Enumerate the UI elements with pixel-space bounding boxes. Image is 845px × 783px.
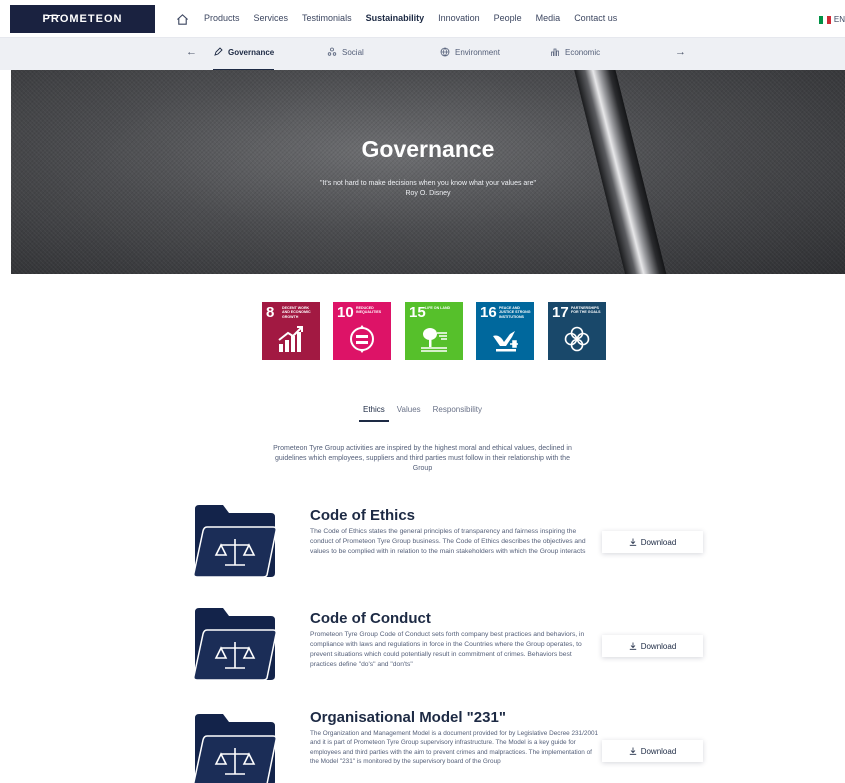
- download-button[interactable]: Download: [602, 531, 703, 553]
- subnav-tab-label: Social: [342, 47, 364, 57]
- nav-item-contact-us[interactable]: Contact us: [574, 13, 617, 23]
- download-icon: [629, 747, 636, 755]
- subnav-tab-environment[interactable]: Environment: [440, 47, 500, 57]
- language-label: EN: [833, 15, 845, 24]
- language-switcher[interactable]: EN: [818, 15, 845, 24]
- sdg-number: 8: [266, 304, 275, 321]
- hero-banner: Governance "It's not hard to make decisi…: [11, 70, 845, 274]
- legal-folder-icon: [193, 608, 277, 680]
- sdg-label: DECENT WORK AND ECONOMIC GROWTH: [282, 306, 311, 319]
- section-subnav: ← Governance Social Environment Economic…: [0, 38, 845, 71]
- download-icon: [629, 642, 636, 650]
- intro-text: Prometeon Tyre Group activities are insp…: [273, 445, 572, 472]
- sdg-label: REDUCED INEQUALITIES: [356, 306, 382, 315]
- sdg-number: 16: [480, 304, 497, 321]
- ethics-tabs: Ethics Values Responsibility: [0, 405, 845, 422]
- sdg-label: LIFE ON LAND: [425, 306, 451, 310]
- home-icon[interactable]: [176, 13, 189, 26]
- nav-item-products[interactable]: Products: [204, 13, 240, 23]
- legal-folder-icon: [193, 505, 277, 577]
- sdg-number: 17: [552, 304, 569, 321]
- prometeon-logo[interactable]: PROMETEON: [10, 5, 155, 33]
- pen-icon: [214, 47, 223, 56]
- nav-item-innovation[interactable]: Innovation: [438, 13, 480, 23]
- italian-flag-icon: [818, 15, 831, 24]
- hero-quote: "It's not hard to make decisions when yo…: [11, 179, 845, 199]
- subnav-tab-label: Governance: [228, 47, 275, 57]
- legal-folder-icon: [193, 714, 277, 783]
- subnav-tab-economic[interactable]: Economic: [550, 47, 600, 57]
- tree-icon: [421, 328, 447, 352]
- download-icon: [629, 538, 636, 546]
- subnav-tab-label: Environment: [455, 47, 500, 57]
- sdg-16-tile: 16 PEACE AND JUSTICE STRONG INSTITUTIONS: [476, 302, 534, 360]
- pen-image: [566, 70, 686, 274]
- equality-icon: [350, 325, 374, 353]
- document-title: Organisational Model "231": [310, 709, 506, 726]
- sdg-label: PEACE AND JUSTICE STRONG INSTITUTIONS: [499, 306, 531, 319]
- growth-chart-icon: [278, 326, 303, 352]
- document-title: Code of Ethics: [310, 507, 416, 524]
- quote-author: Roy O. Disney: [405, 190, 451, 197]
- subnav-prev-arrow[interactable]: ←: [186, 46, 197, 58]
- subnav-tab-governance[interactable]: Governance: [213, 47, 275, 71]
- subnav-tab-social[interactable]: Social: [327, 47, 364, 57]
- sdg-15-tile: 15 LIFE ON LAND: [405, 302, 463, 360]
- globe-icon: [440, 47, 450, 57]
- nav-item-testimonials[interactable]: Testimonials: [302, 13, 352, 23]
- subnav-next-arrow[interactable]: →: [675, 46, 686, 58]
- quote-text: "It's not hard to make decisions when yo…: [319, 180, 537, 187]
- nav-item-sustainability[interactable]: Sustainability: [366, 13, 425, 23]
- partnership-rings-icon: [564, 326, 590, 352]
- tab-values[interactable]: Values: [397, 405, 421, 414]
- main-nav: Products Services Testimonials Sustainab…: [204, 13, 617, 23]
- logo-bar: [46, 15, 60, 16]
- download-button[interactable]: Download: [602, 740, 703, 762]
- tab-ethics[interactable]: Ethics: [359, 405, 389, 422]
- download-label: Download: [640, 641, 677, 651]
- people-icon: [327, 47, 337, 56]
- document-description: The Organization and Management Model is…: [310, 730, 599, 766]
- download-label: Download: [640, 537, 677, 547]
- sdg-8-tile: 8 DECENT WORK AND ECONOMIC GROWTH: [262, 302, 320, 360]
- sdg-10-tile: 10 REDUCED INEQUALITIES: [333, 302, 391, 360]
- sdg-number: 15: [409, 304, 426, 321]
- download-button[interactable]: Download: [602, 635, 703, 657]
- sdg-17-tile: 17 PARTNERSHIPS FOR THE GOALS: [548, 302, 606, 360]
- hero-title: Governance: [361, 136, 495, 162]
- nav-item-media[interactable]: Media: [536, 13, 561, 23]
- sdg-number: 10: [337, 304, 354, 321]
- top-navigation: PROMETEON Products Services Testimonials…: [0, 0, 845, 38]
- nav-item-services[interactable]: Services: [254, 13, 289, 23]
- document-description: Prometeon Tyre Group Code of Conduct set…: [310, 631, 585, 668]
- bar-chart-icon: [551, 48, 559, 56]
- dove-gavel-icon: [493, 331, 518, 352]
- document-description: The Code of Ethics states the general pr…: [310, 528, 586, 555]
- tab-responsibility[interactable]: Responsibility: [433, 405, 482, 414]
- sdg-label: PARTNERSHIPS FOR THE GOALS: [571, 306, 601, 315]
- document-title: Code of Conduct: [310, 610, 431, 627]
- download-label: Download: [640, 746, 677, 756]
- nav-item-people[interactable]: People: [494, 13, 522, 23]
- subnav-tab-label: Economic: [565, 47, 601, 57]
